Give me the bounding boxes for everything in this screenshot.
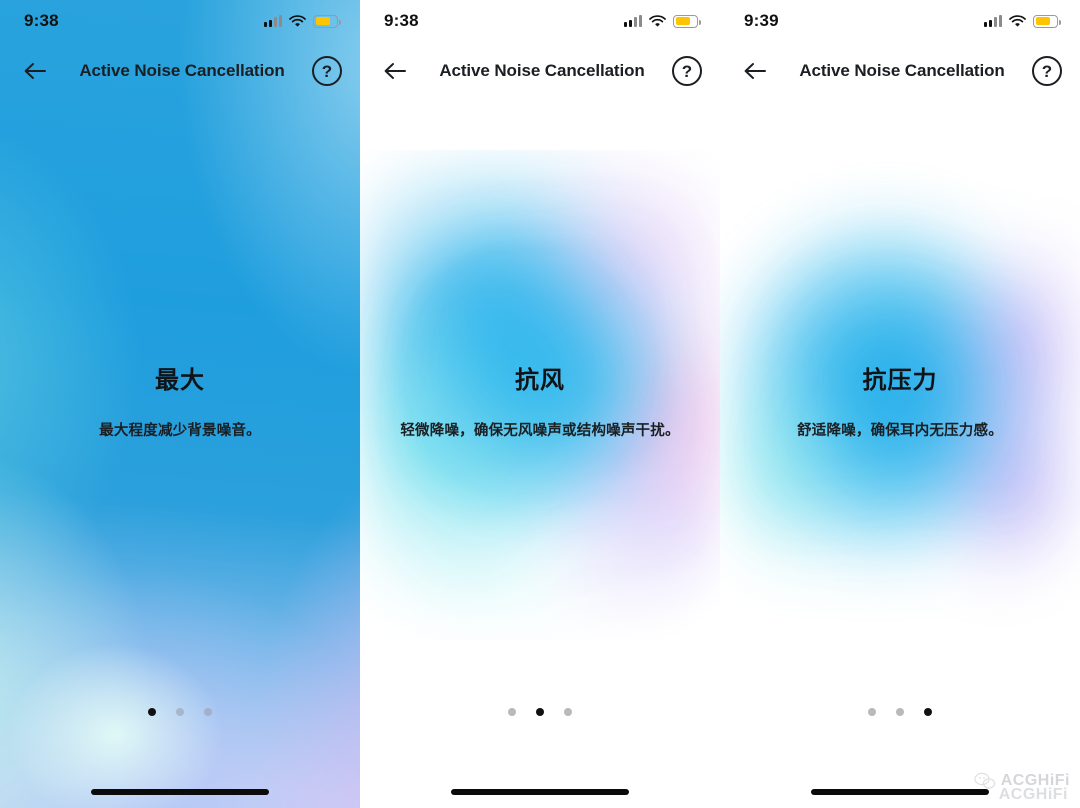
nav-bar: Active Noise Cancellation ?	[0, 48, 360, 94]
mode-title: 抗压力	[862, 367, 938, 394]
home-indicator[interactable]	[91, 789, 269, 795]
panel-pressure-relief: 9:39 Active Noise Cancellation ? 抗压力 舒适降…	[720, 0, 1080, 808]
mode-content: 抗风 轻微降噪，确保无风噪声或结构噪声干扰。	[360, 360, 720, 443]
status-icons	[264, 14, 341, 28]
battery-icon	[1033, 14, 1061, 28]
back-button[interactable]	[18, 54, 52, 88]
status-bar: 9:38	[0, 0, 360, 42]
page-dot-3[interactable]	[924, 708, 932, 716]
page-dot-3[interactable]	[204, 708, 212, 716]
back-button[interactable]	[378, 54, 412, 88]
question-mark-icon: ?	[321, 61, 333, 81]
page-dot-2[interactable]	[176, 708, 184, 716]
nav-bar: Active Noise Cancellation ?	[720, 48, 1080, 94]
battery-icon	[673, 14, 701, 28]
mode-content: 抗压力 舒适降噪，确保耳内无压力感。	[720, 360, 1080, 443]
battery-icon	[313, 14, 341, 28]
page-dot-2[interactable]	[536, 708, 544, 716]
page-dot-1[interactable]	[148, 708, 156, 716]
home-indicator[interactable]	[451, 789, 629, 795]
mode-content: 最大 最大程度减少背景噪音。	[0, 360, 360, 443]
arrow-left-icon	[744, 63, 766, 79]
cellular-signal-icon	[624, 15, 642, 27]
mode-description: 轻微降噪，确保无风噪声或结构噪声干扰。	[400, 423, 680, 439]
watermark-shadow-text: ACGHiFi	[998, 786, 1068, 803]
mode-title: 最大	[155, 367, 205, 394]
page-title: Active Noise Cancellation	[439, 61, 645, 80]
home-indicator[interactable]	[811, 789, 989, 795]
status-bar: 9:38	[360, 0, 720, 42]
help-button[interactable]: ?	[312, 56, 342, 86]
mode-title: 抗风	[515, 367, 565, 394]
status-clock: 9:38	[384, 11, 419, 30]
page-dot-2[interactable]	[896, 708, 904, 716]
question-mark-icon: ?	[1041, 61, 1053, 81]
page-dot-3[interactable]	[564, 708, 572, 716]
back-button[interactable]	[738, 54, 772, 88]
page-title: Active Noise Cancellation	[799, 61, 1005, 80]
arrow-left-icon	[24, 63, 46, 79]
help-button[interactable]: ?	[672, 56, 702, 86]
status-icons	[984, 14, 1061, 28]
nav-bar: Active Noise Cancellation ?	[360, 48, 720, 94]
screenshot-root: 9:38 Active Noise Cancellation ? 最大 最大程度…	[0, 0, 1080, 808]
cellular-signal-icon	[264, 15, 282, 27]
page-indicator[interactable]	[720, 708, 1080, 716]
wifi-icon	[649, 14, 666, 27]
panel-maximum: 9:38 Active Noise Cancellation ? 最大 最大程度…	[0, 0, 360, 808]
page-dot-1[interactable]	[508, 708, 516, 716]
status-clock: 9:38	[24, 11, 59, 30]
page-indicator[interactable]	[0, 708, 360, 716]
status-icons	[624, 14, 701, 28]
status-clock: 9:39	[744, 11, 779, 30]
page-dot-1[interactable]	[868, 708, 876, 716]
cellular-signal-icon	[984, 15, 1002, 27]
page-title: Active Noise Cancellation	[79, 61, 285, 80]
help-button[interactable]: ?	[1032, 56, 1062, 86]
status-bar: 9:39	[720, 0, 1080, 42]
wifi-icon	[1009, 14, 1026, 27]
mode-description: 最大程度减少背景噪音。	[99, 423, 261, 439]
question-mark-icon: ?	[681, 61, 693, 81]
arrow-left-icon	[384, 63, 406, 79]
wifi-icon	[289, 14, 306, 27]
page-indicator[interactable]	[360, 708, 720, 716]
panel-wind-resistant: 9:38 Active Noise Cancellation ? 抗风 轻微降噪…	[360, 0, 720, 808]
mode-description: 舒适降噪，确保耳内无压力感。	[797, 423, 1003, 439]
